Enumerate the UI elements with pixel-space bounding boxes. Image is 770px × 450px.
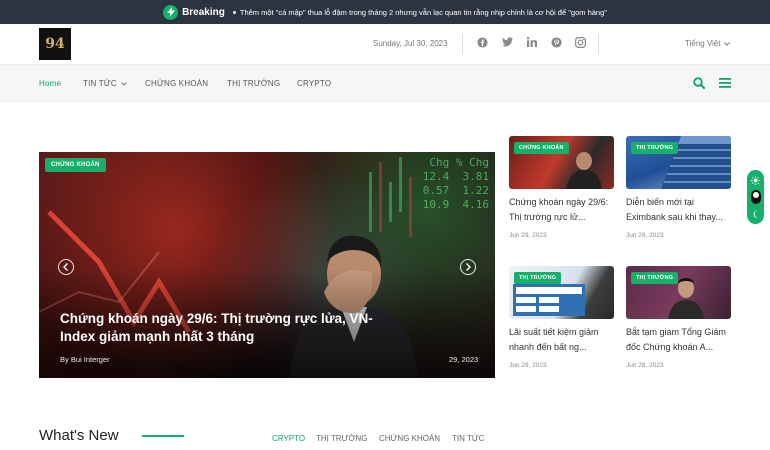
- linkedin-icon[interactable]: [526, 36, 538, 48]
- hero-article[interactable]: Chg % Chg 12.4 3.81 0.57 1.22 10.9 4.16 CHỨ…: [39, 152, 495, 378]
- nav-item-thi-truong[interactable]: THỊ TRƯỜNG: [227, 79, 280, 88]
- tab-crypto[interactable]: CRYPTO: [272, 434, 305, 443]
- twitter-icon[interactable]: [501, 36, 513, 48]
- hero-author[interactable]: By Bui Interger: [60, 355, 110, 364]
- divider: [598, 34, 599, 54]
- bullet-icon: [232, 10, 236, 14]
- nav-item-crypto[interactable]: CRYPTO: [297, 79, 331, 88]
- toggle-knob[interactable]: [750, 190, 761, 205]
- hero-date: 29, 2023: [449, 355, 479, 364]
- article-title[interactable]: Chứng khoán ngày 29/6: Thị trường rực lử…: [509, 195, 614, 224]
- search-icon[interactable]: [692, 76, 706, 90]
- language-label: Tiếng Việt: [685, 39, 721, 48]
- sun-icon: [751, 175, 760, 185]
- article-thumbnail[interactable]: THỊ TRƯỜNG: [509, 266, 614, 319]
- article-thumbnail[interactable]: CHỨNG KHOÁN: [509, 136, 614, 189]
- category-badge[interactable]: THỊ TRƯỜNG: [514, 272, 562, 284]
- article-title[interactable]: Diễn biến mới tại Eximbank sau khi thay.…: [626, 195, 731, 224]
- ticker-graphic: Chg % Chg 12.4 3.81 0.57 1.22 10.9 4.16: [422, 156, 489, 211]
- nav-item-chung-khoan[interactable]: CHỨNG KHOÁN: [145, 79, 208, 88]
- menu-icon[interactable]: [718, 76, 732, 90]
- site-header: 94 Sunday, Jul 30, 2023 Tiếng Việt: [0, 24, 770, 65]
- nav-item-home[interactable]: Home: [39, 79, 61, 88]
- article-card[interactable]: THỊ TRƯỜNG Lãi suất tiết kiệm giảm nhanh…: [509, 266, 614, 369]
- prev-arrow-icon[interactable]: [58, 259, 74, 275]
- moon-icon: [753, 210, 758, 218]
- article-date: Jun 28, 2023: [626, 362, 664, 369]
- thumb-person-graphic: [566, 152, 602, 189]
- breaking-label: Breaking: [182, 6, 225, 18]
- category-badge[interactable]: CHỨNG KHOÁN: [514, 142, 569, 154]
- category-badge[interactable]: CHỨNG KHOÁN: [45, 158, 106, 172]
- logo-text: 94: [45, 36, 65, 52]
- current-date: Sunday, Jul 30, 2023: [373, 39, 448, 48]
- main-nav: Home TIN TỨC CHỨNG KHOÁN THỊ TRƯỜNG CRYP…: [0, 65, 770, 103]
- facebook-icon[interactable]: [476, 36, 488, 48]
- breaking-headline[interactable]: Thêm một "cá mập" thua lỗ đậm trong thán…: [240, 8, 607, 17]
- article-thumbnail[interactable]: THỊ TRƯỜNG: [626, 266, 731, 319]
- chevron-down-icon: [121, 82, 128, 86]
- tab-thi-truong[interactable]: THỊ TRƯỜNG: [316, 434, 367, 443]
- chevron-down-icon: [723, 42, 730, 46]
- category-badge[interactable]: THỊ TRƯỜNG: [631, 142, 679, 154]
- article-date: Jun 29, 2023: [509, 232, 547, 239]
- article-card[interactable]: THỊ TRƯỜNG Bắt tạm giam Tổng Giám đốc Ch…: [626, 266, 731, 369]
- breaking-bar: Breaking Thêm một "cá mập" thua lỗ đậm t…: [0, 0, 770, 24]
- article-thumbnail[interactable]: THỊ TRƯỜNG: [626, 136, 731, 189]
- article-title[interactable]: Bắt tạm giam Tổng Giám đốc Chứng khoán A…: [626, 325, 731, 354]
- thumb-rate-board-graphic: [513, 284, 585, 316]
- lightning-icon: [163, 4, 179, 20]
- nav-item-tin-tuc[interactable]: TIN TỨC: [83, 79, 128, 88]
- instagram-icon[interactable]: [574, 36, 586, 48]
- article-date: Jun 29, 2023: [626, 232, 664, 239]
- next-arrow-icon[interactable]: [460, 259, 476, 275]
- tab-tin-tuc[interactable]: TIN TỨC: [452, 434, 484, 443]
- site-logo[interactable]: 94: [39, 28, 71, 60]
- pinterest-icon[interactable]: [550, 36, 562, 48]
- theme-toggle[interactable]: [747, 170, 764, 224]
- divider: [462, 34, 463, 54]
- article-title[interactable]: Lãi suất tiết kiệm giảm nhanh đến bất ng…: [509, 325, 614, 354]
- language-selector[interactable]: Tiếng Việt: [685, 39, 730, 48]
- section-title: What's New: [39, 427, 119, 444]
- article-card[interactable]: CHỨNG KHOÁN Chứng khoán ngày 29/6: Thị t…: [509, 136, 614, 239]
- tab-chung-khoan[interactable]: CHỨNG KHOÁN: [379, 434, 440, 443]
- hero-title[interactable]: Chứng khoán ngày 29/6: Thị trường rực lử…: [60, 310, 390, 346]
- category-badge[interactable]: THỊ TRƯỜNG: [631, 272, 679, 284]
- nav-item-tin-tuc-label: TIN TỨC: [83, 79, 117, 88]
- section-title-underline: [142, 435, 184, 437]
- article-card[interactable]: THỊ TRƯỜNG Diễn biến mới tại Eximbank sa…: [626, 136, 731, 239]
- article-date: Jun 29, 2023: [509, 362, 547, 369]
